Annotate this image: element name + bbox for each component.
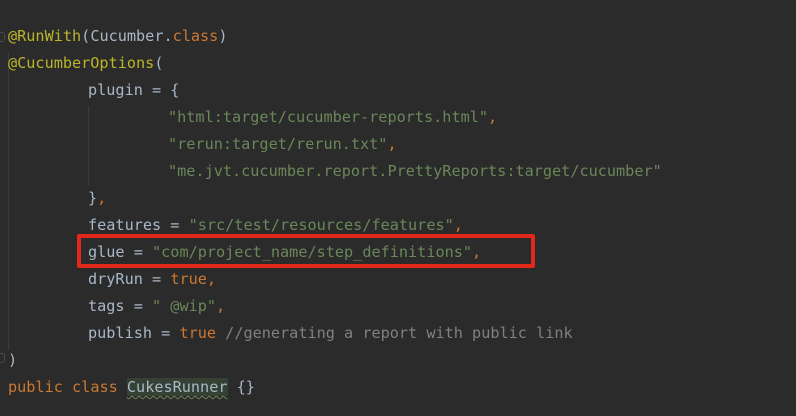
highlight-box: [77, 234, 535, 268]
tags-value-string: " @wip": [152, 297, 217, 315]
code-line-13[interactable]: ): [8, 347, 17, 374]
dryrun-option: dryRun: [88, 270, 143, 288]
code-line-6[interactable]: "me.jvt.cucumber.report.PrettyReports:ta…: [168, 158, 662, 185]
plugin-option: plugin: [88, 81, 143, 99]
features-option: features: [88, 216, 162, 234]
paren-open: (: [154, 54, 164, 72]
paren-close: ): [218, 27, 228, 45]
paren-open: (: [81, 27, 91, 45]
indent-guide: [88, 106, 89, 186]
runwith-annotation: @RunWith: [8, 27, 82, 45]
comma: ,: [453, 216, 463, 234]
plugin-html-report-string: "html:target/cucumber-reports.html": [168, 108, 489, 126]
code-line-1[interactable]: @RunWith(Cucumber.class): [8, 23, 227, 50]
publish-comment: //generating a report with public link: [216, 324, 573, 342]
comma: ,: [387, 135, 397, 153]
equals: =: [124, 297, 153, 315]
code-editor[interactable]: @RunWith(Cucumber.class) @CucumberOption…: [0, 0, 796, 416]
equals: =: [142, 270, 171, 288]
fold-marker-icon[interactable]: [0, 353, 5, 363]
class-name-cukesrunner[interactable]: CukesRunner: [126, 378, 228, 396]
publish-option: publish: [88, 324, 153, 342]
equals: =: [152, 324, 180, 342]
public-keyword: public: [8, 378, 63, 396]
comma: ,: [488, 108, 498, 126]
code-line-10[interactable]: dryRun = true,: [88, 266, 216, 293]
plugin-array-open: = {: [142, 81, 180, 99]
cucumber-options-annotation: @CucumberOptions: [8, 54, 155, 72]
plugin-array-close: }: [88, 189, 98, 207]
tags-option: tags: [88, 297, 125, 315]
comma: ,: [97, 189, 107, 207]
code-line-2[interactable]: @CucumberOptions(: [8, 50, 163, 77]
code-line-5[interactable]: "rerun:target/rerun.txt",: [168, 131, 397, 158]
code-line-4[interactable]: "html:target/cucumber-reports.html",: [168, 104, 497, 131]
code-line-11[interactable]: tags = " @wip",: [88, 293, 225, 320]
dryrun-value: true: [170, 270, 207, 288]
code-line-3[interactable]: plugin = {: [88, 77, 179, 104]
plugin-pretty-reports-string: "me.jvt.cucumber.report.PrettyReports:ta…: [168, 162, 662, 180]
comma: ,: [206, 270, 217, 288]
indent-guide: [8, 52, 9, 350]
class-keyword: class: [172, 27, 219, 45]
class-keyword: class: [72, 378, 118, 396]
class-body: {}: [227, 378, 255, 396]
features-path-string: "src/test/resources/features": [188, 216, 454, 234]
fold-marker-icon[interactable]: [0, 32, 5, 42]
equals: =: [161, 216, 189, 234]
plugin-rerun-string: "rerun:target/rerun.txt": [168, 135, 388, 153]
comma: ,: [216, 297, 226, 315]
code-line-7[interactable]: },: [88, 185, 106, 212]
code-line-12[interactable]: publish = true //generating a report wit…: [88, 320, 573, 347]
cucumber-class-ref: Cucumber.: [90, 27, 173, 45]
paren-close: ): [8, 351, 18, 369]
code-line-14[interactable]: public class CukesRunner {}: [8, 374, 255, 401]
publish-value: true: [179, 324, 217, 342]
